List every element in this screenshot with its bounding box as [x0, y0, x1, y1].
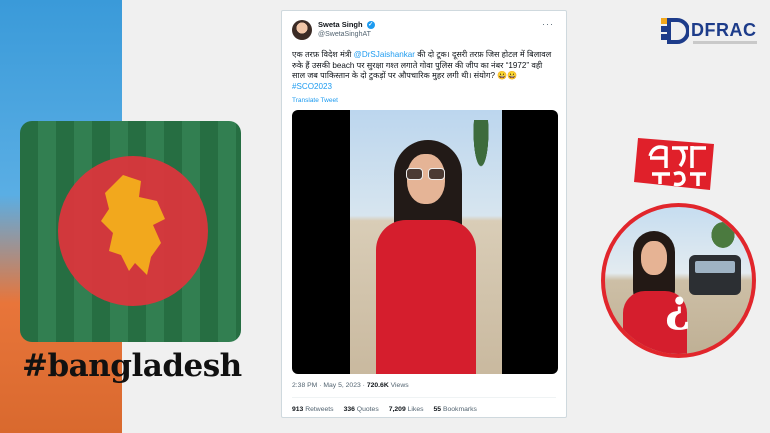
bangladesh-map-icon	[101, 175, 165, 275]
question-mark-icon: ?	[665, 286, 691, 337]
bookmarks-label: Bookmarks	[441, 406, 477, 413]
dfrac-wordmark: DFRAC	[691, 20, 757, 40]
tweet-header: Sweta Singh ✓ @SwetaSinghAT ···	[292, 17, 556, 47]
mention-link[interactable]: @DrSJaishankar	[354, 50, 415, 59]
translate-tweet-link[interactable]: Translate Tweet	[292, 97, 556, 104]
tweet-timestamp[interactable]: 2:38 PM · May 5, 2023 ·	[292, 382, 367, 389]
quotes-count: 336	[343, 406, 355, 413]
likes-count: 7,209	[388, 406, 406, 413]
avatar[interactable]	[292, 20, 312, 40]
dfrac-logo: DFRAC	[659, 14, 759, 50]
retweets-label: Retweets	[303, 406, 334, 413]
retweets-stat[interactable]: 913 Retweets	[292, 406, 334, 413]
bookmarks-count: 55	[433, 406, 442, 413]
police-jeep	[689, 255, 741, 295]
bangladesh-hashtag: #bangladesh	[22, 348, 242, 384]
likes-label: Likes	[405, 406, 424, 413]
views-label: Views	[388, 382, 409, 389]
quotes-stat[interactable]: 336 Quotes	[344, 406, 379, 413]
divider	[292, 397, 556, 398]
author-name-row[interactable]: Sweta Singh ✓	[318, 20, 375, 30]
tweet-card[interactable]: Sweta Singh ✓ @SwetaSinghAT ··· एक तरफ़ …	[281, 10, 567, 418]
author-name[interactable]: Sweta Singh	[318, 20, 363, 29]
tweet-text-part1: एक तरफ़ विदेश मंत्री	[292, 50, 354, 59]
quotes-label: Quotes	[354, 406, 379, 413]
tweet-text: एक तरफ़ विदेश मंत्री @DrSJaishankar की द…	[292, 50, 556, 92]
more-options-icon[interactable]: ···	[542, 19, 554, 29]
red-shirt	[376, 220, 476, 374]
tweet-stats: 913 Retweets 336 Quotes 7,209 Likes 55 B…	[292, 406, 556, 413]
verified-badge-icon: ✓	[366, 21, 375, 30]
aajtak-logo	[634, 138, 714, 190]
woman-face	[641, 241, 667, 275]
tweet-meta: 2:38 PM · May 5, 2023 · 720.6K Views	[292, 382, 556, 389]
palm-tree	[705, 215, 741, 255]
video-thumbnail-circle: ?	[601, 203, 756, 358]
bangladesh-flag-image	[20, 121, 241, 342]
bookmarks-stat[interactable]: 55 Bookmarks	[434, 406, 477, 413]
retweets-count: 913	[292, 406, 304, 413]
hashtag-link[interactable]: #SCO2023	[292, 82, 332, 91]
author-handle[interactable]: @SwetaSinghAT	[318, 31, 371, 38]
likes-stat[interactable]: 7,209 Likes	[389, 406, 424, 413]
tweet-video[interactable]	[292, 110, 558, 374]
palm-tree	[466, 120, 496, 200]
sunglasses	[406, 168, 446, 180]
dfrac-mark-icon	[661, 18, 689, 44]
views-count: 720.6K	[366, 382, 389, 389]
video-frame	[350, 110, 502, 374]
dfrac-tagline-bar	[693, 41, 757, 44]
